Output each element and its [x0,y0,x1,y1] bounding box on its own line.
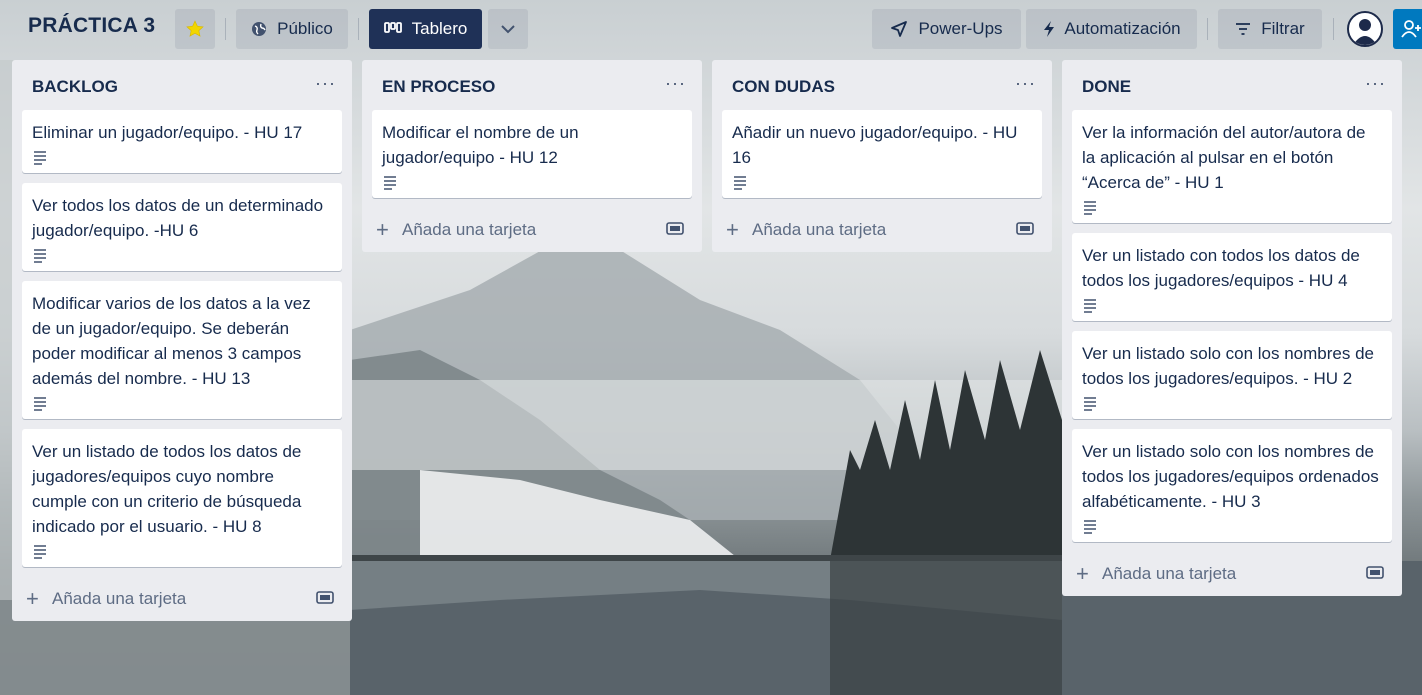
list-menu-button[interactable]: ··· [1365,73,1386,94]
add-card-label: Añada una tarjeta [52,589,187,608]
visibility-button[interactable]: Público [236,9,348,49]
visibility-label: Público [277,19,333,38]
list-title[interactable]: EN PROCESO [382,77,495,97]
plus-icon: + [1076,561,1089,586]
card-title: Ver un listado solo con los nombres de t… [1082,442,1379,511]
list-title[interactable]: DONE [1082,77,1131,97]
description-icon [34,397,46,411]
list-header: EN PROCESO ··· [362,60,702,110]
card[interactable]: Ver un listado solo con los nombres de t… [1072,429,1392,542]
description-icon [1084,397,1096,411]
user-icon [1353,19,1377,45]
description-icon [34,545,46,559]
add-user-icon [1401,20,1421,38]
card-template-icon[interactable] [666,221,684,237]
filter-icon [1235,23,1251,35]
card-title: Ver la información del autor/autora de l… [1082,123,1366,192]
star-icon [186,20,204,37]
header-divider [1207,18,1208,40]
description-icon [384,176,396,190]
list-menu-button[interactable]: ··· [665,73,686,94]
add-card-button[interactable]: + Añada una tarjeta [1072,552,1392,596]
rocket-icon [890,20,908,38]
list-menu-button[interactable]: ··· [315,73,336,94]
add-card-label: Añada una tarjeta [752,220,887,239]
filter-button[interactable]: Filtrar [1218,9,1322,49]
board-view-button[interactable]: Tablero [369,9,482,49]
board-title[interactable]: PRÁCTICA 3 [28,14,155,38]
automation-label: Automatización [1064,19,1181,38]
star-button[interactable] [175,9,215,49]
description-icon [34,249,46,263]
add-card-button[interactable]: + Añada una tarjeta [22,577,342,621]
card[interactable]: Modificar varios de los datos a la vez d… [22,281,342,419]
view-switcher-button[interactable] [488,9,528,49]
plus-icon: + [376,217,389,242]
add-card-button[interactable]: + Añada una tarjeta [722,208,1042,252]
board-view-label: Tablero [411,19,468,38]
share-button[interactable] [1393,9,1422,49]
plus-icon: + [726,217,739,242]
card-title: Añadir un nuevo jugador/equipo. - HU 16 [732,123,1018,167]
card[interactable]: Ver un listado de todos los datos de jug… [22,429,342,567]
add-card-button[interactable]: + Añada una tarjeta [372,208,692,252]
plus-icon: + [26,586,39,611]
list-title[interactable]: CON DUDAS [732,77,835,97]
header-divider [358,18,359,40]
description-icon [1084,520,1096,534]
card-template-icon[interactable] [316,590,334,606]
list-en-proceso: EN PROCESO ··· Modificar el nombre de un… [362,60,702,252]
add-card-label: Añada una tarjeta [402,220,537,239]
card[interactable]: Ver un listado con todos los datos de to… [1072,233,1392,321]
list-header: BACKLOG ··· [12,60,352,110]
automation-button[interactable]: Automatización [1026,9,1197,49]
card-template-icon[interactable] [1016,221,1034,237]
card-title: Ver un listado de todos los datos de jug… [32,442,302,536]
globe-icon [251,21,267,37]
board-view-icon [383,22,402,36]
description-icon [1084,299,1096,313]
lightning-icon [1042,20,1056,38]
card-template-icon[interactable] [1366,565,1384,581]
description-icon [734,176,746,190]
power-ups-label: Power-Ups [918,19,1003,38]
avatar[interactable] [1347,11,1383,47]
card-title: Ver un listado con todos los datos de to… [1082,246,1360,290]
card[interactable]: Ver todos los datos de un determinado ju… [22,183,342,271]
power-ups-button[interactable]: Power-Ups [872,9,1021,49]
board-header: PRÁCTICA 3 Público Tablero Power-Ups Aut… [0,0,1422,60]
list-menu-button[interactable]: ··· [1015,73,1036,94]
list-backlog: BACKLOG ··· Eliminar un jugador/equipo. … [12,60,352,621]
list-con-dudas: CON DUDAS ··· Añadir un nuevo jugador/eq… [712,60,1052,252]
card-title: Ver un listado solo con los nombres de t… [1082,344,1375,388]
list-header: CON DUDAS ··· [712,60,1052,110]
card[interactable]: Modificar el nombre de un jugador/equipo… [372,110,692,198]
list-header: DONE ··· [1062,60,1402,110]
description-icon [34,151,46,165]
list-title[interactable]: BACKLOG [32,77,118,97]
header-divider [1333,18,1334,40]
filter-label: Filtrar [1261,19,1305,38]
card-title: Modificar el nombre de un jugador/equipo… [382,123,579,167]
add-card-label: Añada una tarjeta [1102,564,1237,583]
card-title: Ver todos los datos de un determinado ju… [32,196,324,240]
list-done: DONE ··· Ver la información del autor/au… [1062,60,1402,596]
header-divider [225,18,226,40]
chevron-down-icon [501,25,515,34]
card[interactable]: Ver un listado solo con los nombres de t… [1072,331,1392,419]
card[interactable]: Eliminar un jugador/equipo. - HU 17 [22,110,342,173]
card[interactable]: Ver la información del autor/autora de l… [1072,110,1392,223]
card-title: Modificar varios de los datos a la vez d… [32,294,311,388]
card-title: Eliminar un jugador/equipo. - HU 17 [32,123,303,142]
description-icon [1084,201,1096,215]
card[interactable]: Añadir un nuevo jugador/equipo. - HU 16 [722,110,1042,198]
